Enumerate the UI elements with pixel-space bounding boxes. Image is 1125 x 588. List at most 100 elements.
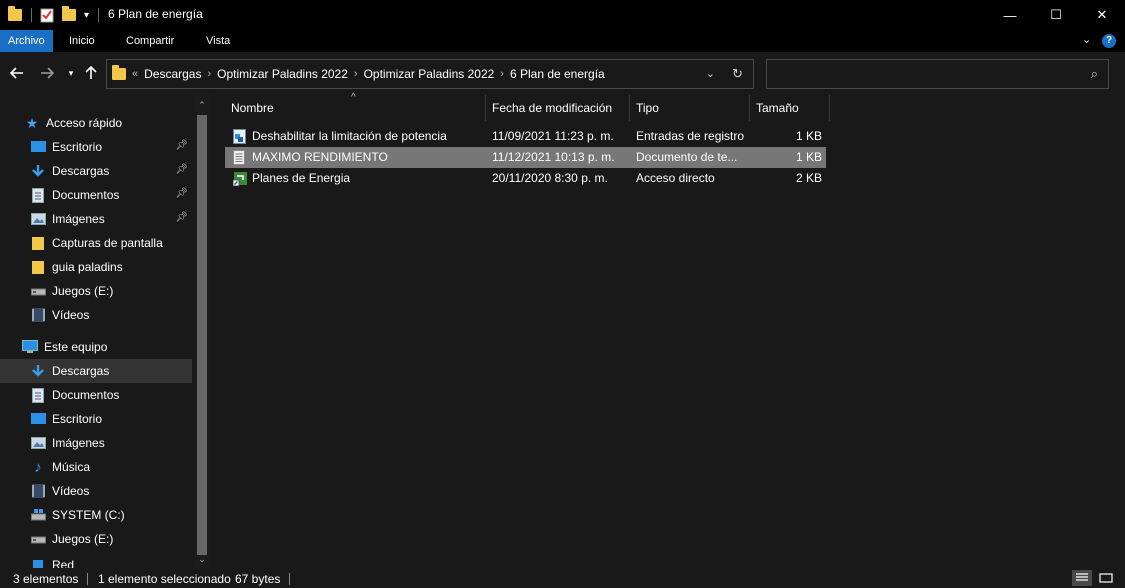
pin-icon[interactable]: 📌︎: [175, 212, 188, 223]
customize-quick-access-icon[interactable]: ▾: [84, 6, 89, 24]
recent-locations-chevron-icon[interactable]: ▾: [62, 64, 80, 82]
sidebar-item-pc-juegos[interactable]: Juegos (E:): [0, 527, 192, 551]
breadcrumb-optimizar-paladins[interactable]: Optimizar Paladins 2022: [217, 67, 348, 81]
maximize-button[interactable]: ☐: [1033, 0, 1079, 30]
column-header-date[interactable]: Fecha de modificación: [486, 95, 630, 121]
sidebar-item-imagenes[interactable]: Imágenes 📌︎: [0, 207, 192, 231]
sidebar-item-quick-access[interactable]: ★ Acceso rápido: [0, 111, 192, 135]
breadcrumb-descargas[interactable]: Descargas: [144, 67, 201, 81]
sidebar-item-descargas[interactable]: Descargas 📌︎: [0, 159, 192, 183]
divider: [98, 8, 99, 22]
window-title: 6 Plan de energía: [108, 7, 203, 21]
sidebar-item-videos[interactable]: Vídeos: [0, 303, 192, 327]
scroll-up-icon[interactable]: ⌃: [196, 99, 208, 111]
drive-icon: [30, 531, 46, 547]
sidebar-item-pc-imagenes[interactable]: Imágenes: [0, 431, 192, 455]
pin-icon[interactable]: 📌︎: [175, 140, 188, 151]
new-folder-icon[interactable]: [62, 6, 76, 24]
sidebar-item-label: Escritorio: [52, 412, 103, 426]
file-name: MAXIMO RENDIMIENTO: [252, 150, 388, 164]
download-icon: [30, 163, 46, 179]
network-icon: [30, 558, 46, 568]
large-icons-view-icon[interactable]: [1096, 570, 1116, 586]
sidebar-item-escritorio[interactable]: Escritorio 📌︎: [0, 135, 192, 159]
breadcrumb-optimizar-paladins-sub[interactable]: Optimizar Paladins 2022: [364, 67, 495, 81]
chevron-right-icon[interactable]: ›: [500, 68, 504, 80]
scroll-down-icon[interactable]: ⌄: [196, 553, 208, 565]
file-list: ^ Nombre Fecha de modificación Tipo Tama…: [213, 92, 1125, 568]
pictures-icon: [30, 435, 46, 451]
sidebar-item-pc-system-c[interactable]: SYSTEM (C:): [0, 503, 192, 527]
sidebar-item-label: Capturas de pantalla: [52, 236, 163, 250]
folder-icon: [30, 259, 46, 275]
status-bar: 3 elementos 1 elemento seleccionado 67 b…: [0, 568, 1125, 588]
sidebar-item-label: Este equipo: [44, 340, 108, 354]
tab-compartir[interactable]: Compartir: [118, 30, 182, 52]
properties-icon[interactable]: [40, 6, 54, 24]
sidebar-item-juegos[interactable]: Juegos (E:): [0, 279, 192, 303]
address-history-chevron-icon[interactable]: ⌄: [706, 67, 715, 80]
file-row[interactable]: MAXIMO RENDIMIENTO 11/12/2021 10:13 p. m…: [225, 147, 826, 168]
column-header-type[interactable]: Tipo: [630, 95, 750, 121]
sidebar-item-label: Música: [52, 460, 91, 474]
file-date: 20/11/2020 8:30 p. m.: [492, 171, 608, 185]
expand-ribbon-icon[interactable]: ⌄: [1082, 33, 1091, 46]
registry-file-icon: [233, 129, 247, 144]
help-icon[interactable]: ?: [1102, 34, 1116, 48]
pin-icon[interactable]: 📌︎: [175, 164, 188, 175]
file-row[interactable]: Deshabilitar la limitación de potencia 1…: [225, 126, 826, 147]
column-header-name[interactable]: Nombre: [225, 95, 486, 121]
search-box[interactable]: ⌕: [766, 59, 1109, 89]
column-header-size[interactable]: Tamaño: [750, 95, 830, 121]
sidebar-item-label: Documentos: [52, 188, 120, 202]
refresh-icon[interactable]: ↻: [732, 66, 743, 82]
title-bar: ▾ 6 Plan de energía — ☐ ✕: [0, 0, 1125, 30]
sidebar-item-this-pc[interactable]: Este equipo: [0, 335, 192, 359]
tab-inicio[interactable]: Inicio: [61, 30, 103, 52]
sidebar-item-pc-descargas[interactable]: Descargas: [0, 359, 192, 383]
divider: [289, 573, 290, 585]
sidebar-item-label: Red: [52, 558, 75, 568]
file-size: 2 KB: [795, 171, 822, 185]
breadcrumb-current-folder[interactable]: 6 Plan de energía: [510, 67, 605, 81]
search-input[interactable]: [767, 60, 1108, 88]
breadcrumb-overflow-icon[interactable]: «: [132, 68, 138, 80]
sidebar-item-pc-videos[interactable]: Vídeos: [0, 479, 192, 503]
chevron-right-icon[interactable]: ›: [354, 68, 358, 80]
search-icon: ⌕: [1090, 66, 1098, 81]
details-view-icon[interactable]: [1072, 570, 1092, 586]
music-icon: ♪: [34, 458, 42, 476]
sidebar-item-capturas[interactable]: Capturas de pantalla: [0, 231, 192, 255]
sidebar-item-pc-documentos[interactable]: Documentos: [0, 383, 192, 407]
pin-icon[interactable]: 📌︎: [175, 188, 188, 199]
up-arrow-icon[interactable]: [82, 64, 100, 82]
sidebar-item-label: Acceso rápido: [46, 116, 123, 130]
file-type: Documento de te...: [636, 150, 738, 164]
tab-archivo[interactable]: Archivo: [0, 30, 53, 52]
sidebar-item-network[interactable]: Red: [0, 558, 192, 568]
sidebar-item-pc-musica[interactable]: ♪ Música: [0, 455, 192, 479]
address-bar[interactable]: « Descargas › Optimizar Paladins 2022 › …: [106, 59, 754, 89]
file-type: Entradas de registro: [636, 129, 745, 143]
sidebar-item-guia-paladins[interactable]: guia paladins: [0, 255, 192, 279]
sidebar-item-documentos[interactable]: Documentos 📌︎: [0, 183, 192, 207]
file-row[interactable]: Planes de Energia 20/11/2020 8:30 p. m. …: [225, 168, 826, 189]
chevron-right-icon[interactable]: ›: [207, 68, 211, 80]
divider: [31, 8, 32, 22]
minimize-button[interactable]: —: [987, 0, 1033, 30]
sidebar-item-label: Descargas: [52, 364, 110, 378]
close-button[interactable]: ✕: [1079, 0, 1125, 30]
back-arrow-icon[interactable]: [8, 64, 26, 82]
sidebar-item-pc-escritorio[interactable]: Escritorio: [0, 407, 192, 431]
navigation-pane: ★ Acceso rápido Escritorio 📌︎ Descargas …: [0, 95, 212, 568]
sidebar-scrollbar[interactable]: ⌃ ⌄: [194, 95, 210, 568]
sidebar-item-label: Documentos: [52, 388, 120, 402]
ribbon-tabs: Archivo Inicio Compartir Vista ⌄ ?: [0, 30, 1125, 52]
forward-arrow-icon[interactable]: [38, 64, 56, 82]
sidebar-item-label: Escritorio: [52, 140, 103, 154]
sidebar-item-label: Vídeos: [52, 308, 90, 322]
tab-vista[interactable]: Vista: [198, 30, 238, 52]
scrollbar-thumb[interactable]: [197, 115, 207, 555]
drive-icon: [30, 283, 46, 299]
status-selection: 1 elemento seleccionado: [98, 572, 231, 586]
